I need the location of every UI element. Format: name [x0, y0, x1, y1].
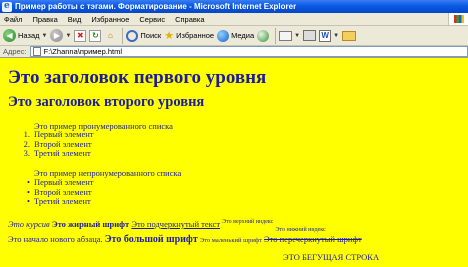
search-button[interactable]: Поиск [126, 27, 161, 45]
stop-button[interactable]: ✖ [74, 27, 87, 45]
address-label: Адрес: [3, 47, 27, 56]
menu-help[interactable]: Справка [175, 15, 204, 24]
superscript-text: Это верхний индекс [222, 219, 274, 225]
title-bar: Пример работы с тэгами. Форматирование -… [0, 0, 468, 13]
stop-icon: ✖ [74, 29, 87, 42]
media-icon [217, 29, 230, 42]
list-item-text: Третий элемент [34, 148, 91, 158]
refresh-icon: ↻ [89, 29, 102, 42]
menu-tools[interactable]: Сервис [139, 15, 165, 24]
star-icon: ★ [164, 30, 175, 42]
subscript-text: Это нижний индекс [275, 227, 326, 233]
forward-button[interactable]: ▶ ▼ [50, 27, 71, 45]
search-label: Поиск [140, 31, 162, 40]
windows-flag-icon [448, 13, 468, 25]
back-button[interactable]: ◀ Назад ▼ [3, 27, 47, 45]
marquee-text: ЭТО БЕГУЩАЯ СТРОКА [283, 252, 380, 262]
edit-dropdown-icon[interactable]: ▼ [333, 33, 339, 39]
page-content: Это заголовок первого уровня Это заголов… [0, 58, 468, 267]
new-paragraph-text: Это начало нового абзаца. [8, 234, 103, 244]
forward-dropdown-icon[interactable]: ▼ [65, 33, 71, 39]
list-number: 3. [23, 148, 30, 158]
small-text: Это маленький шрифт [199, 237, 262, 244]
menu-edit[interactable]: Правка [32, 15, 57, 24]
bullet-icon: • [27, 186, 30, 197]
media-label: Медиа [231, 31, 255, 40]
toolbar: ◀ Назад ▼ ▶ ▼ ✖ ↻ ⌂ Поиск ★ Избранное Ме… [0, 26, 468, 46]
list-item: • Третий элемент [10, 196, 93, 207]
refresh-button[interactable]: ↻ [89, 27, 102, 45]
word-icon: W [319, 29, 332, 42]
heading-level-2: Это заголовок второго уровня [8, 94, 205, 110]
back-dropdown-icon[interactable]: ▼ [42, 33, 48, 39]
big-text: Это большой шрифт [104, 234, 198, 245]
mail-dropdown-icon[interactable]: ▼ [294, 33, 300, 39]
forward-arrow-icon: ▶ [50, 29, 64, 42]
bold-text: Это жирный шрифт [51, 219, 130, 229]
toolbar-separator [122, 27, 124, 44]
page-icon [32, 47, 41, 56]
home-button[interactable]: ⌂ [104, 27, 116, 45]
menu-favorites[interactable]: Избранное [91, 15, 129, 24]
bullet-icon: • [27, 177, 30, 187]
search-icon [126, 29, 139, 42]
folder-button[interactable] [342, 27, 357, 45]
ordered-list: 1. Первый элемент 2. Второй элемент 3. Т… [10, 129, 94, 159]
history-button[interactable] [257, 27, 270, 45]
mail-icon [279, 30, 293, 41]
media-button[interactable]: Медиа [217, 27, 254, 45]
back-label: Назад [18, 31, 40, 40]
list-item-text: Третий элемент [34, 196, 91, 206]
menu-bar: Файл Правка Вид Избранное Сервис Справка [0, 13, 468, 26]
menu-file[interactable]: Файл [4, 15, 22, 24]
history-icon [257, 29, 270, 42]
home-icon: ⌂ [107, 31, 113, 40]
heading-level-1: Это заголовок первого уровня [8, 67, 267, 88]
ie-icon [2, 0, 12, 13]
italic-text: Это курсив [8, 219, 50, 229]
underline-text: Это подчеркнутый текст [131, 219, 221, 229]
printer-icon [303, 30, 317, 41]
address-value: F:\Zhanna\пример.html [43, 47, 123, 56]
list-item: 3. Третий элемент [10, 148, 93, 159]
toolbar-separator [275, 27, 277, 44]
favorites-label: Избранное [176, 31, 215, 40]
unordered-list: • Первый элемент • Второй элемент • Трет… [10, 177, 93, 207]
address-bar: Адрес: F:\Zhanna\пример.html [0, 46, 468, 58]
bullet-icon: • [27, 196, 30, 206]
list-number: 2. [23, 138, 30, 149]
mail-button[interactable]: ▼ [279, 27, 300, 45]
edit-button[interactable]: W ▼ [319, 27, 339, 45]
favorites-button[interactable]: ★ Избранное [164, 27, 214, 45]
window-title: Пример работы с тэгами. Форматирование -… [15, 2, 297, 11]
strikethrough-text: Это перечеркнутый шрифт [264, 234, 362, 244]
back-arrow-icon: ◀ [3, 29, 16, 42]
menu-view[interactable]: Вид [68, 15, 82, 24]
list-number: 1. [23, 129, 30, 139]
formatting-line-1: Это курсив Это жирный шрифт Это подчеркн… [8, 219, 326, 233]
print-button[interactable] [303, 27, 317, 45]
formatting-line-2: Это начало нового абзаца. Это большой шр… [8, 234, 362, 245]
address-field[interactable]: F:\Zhanna\пример.html [29, 46, 468, 57]
folder-icon [342, 30, 357, 41]
